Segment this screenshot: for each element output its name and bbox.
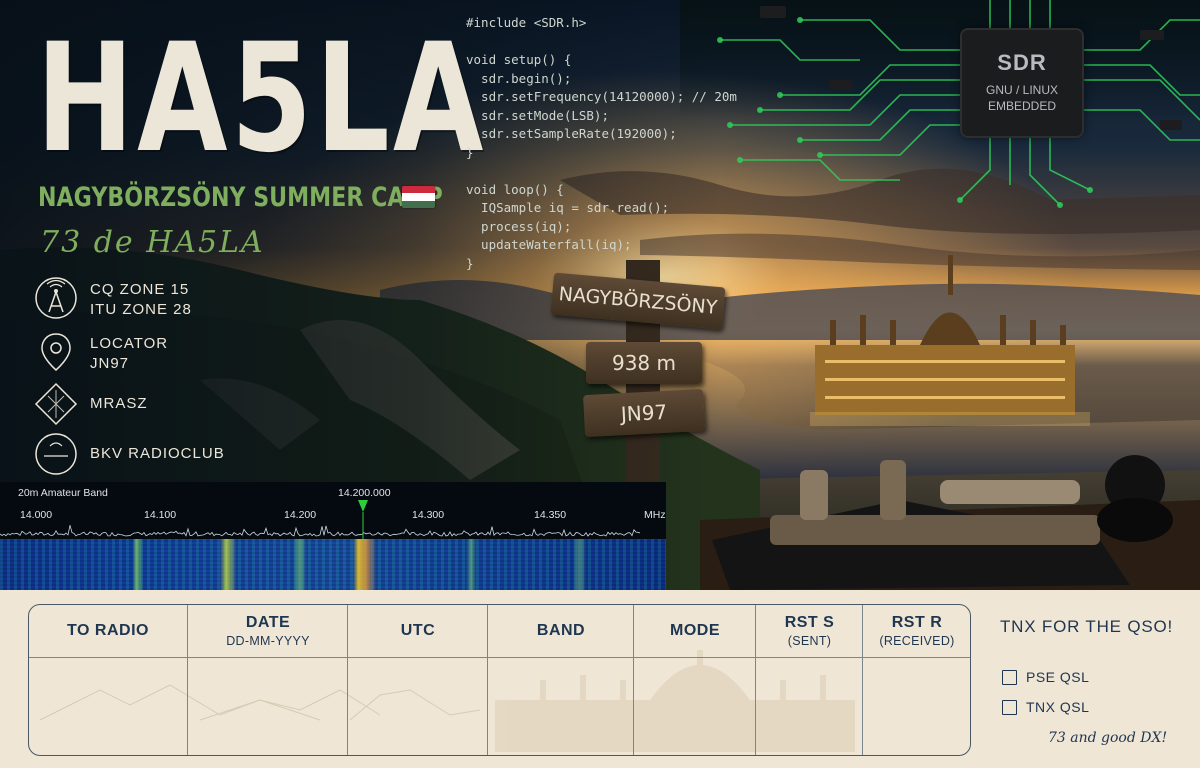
column-header: RST S (784, 614, 835, 631)
log-column-utc: UTC (347, 605, 488, 755)
column-subheader: (SENT) (787, 634, 832, 648)
log-column-mode: MODE (633, 605, 756, 755)
spectrum-trace (0, 500, 641, 540)
signpost-bottom: JN97 (582, 388, 706, 438)
bkv-text: BKV RADIOCLUB (90, 445, 225, 462)
event-subtitle: NAGYBÖRZSÖNY SUMMER CAMP (38, 182, 443, 213)
mrasz-logo-icon (34, 382, 78, 426)
qsl-card: HA5LA NAGYBÖRZSÖNY SUMMER CAMP 73 de HA5… (0, 0, 1200, 768)
signoff-text: 73 and good DX! (1048, 730, 1168, 746)
hungary-flag-icon (402, 186, 435, 208)
locator-label: LOCATOR (90, 335, 169, 352)
log-column-to-radio: TO RADIO (29, 605, 187, 755)
location-pin-icon (41, 333, 71, 371)
tnx-qsl-label: TNX QSL (1026, 699, 1090, 715)
tuning-marker-icon (358, 500, 368, 512)
radio-tower-icon (35, 277, 77, 319)
tnx-qsl-checkbox[interactable] (1002, 700, 1017, 715)
log-column-band: BAND (487, 605, 634, 755)
chip-label: SDR (997, 50, 1047, 75)
itu-zone-text: ITU ZONE 28 (90, 301, 192, 318)
log-column-rst-sent: RST S (SENT) (755, 605, 863, 755)
log-column-rst-received: RST R (RECEIVED) (862, 605, 970, 755)
flag-stripe-red (402, 186, 435, 194)
signpost-middle: 938 m (586, 342, 702, 384)
column-header: BAND (536, 622, 586, 639)
mrasz-text: MRASZ (90, 395, 148, 412)
center-frequency: 14.200.000 (338, 487, 391, 499)
column-header: TO RADIO (67, 622, 149, 639)
flag-stripe-green (402, 200, 435, 208)
waterfall-display (0, 539, 666, 590)
pse-qsl-checkbox[interactable] (1002, 670, 1017, 685)
column-subheader: DD-MM-YYYY (226, 634, 310, 648)
log-column-date: DATE DD-MM-YYYY (187, 605, 348, 755)
greeting-73: 73 de HA5LA (40, 225, 265, 260)
locator-value: JN97 (90, 355, 130, 372)
bkv-logo-icon (35, 433, 77, 475)
chip-line2: EMBEDDED (987, 99, 1056, 113)
column-header: MODE (670, 622, 720, 639)
band-title: 20m Amateur Band (18, 487, 108, 499)
qso-log-table: TO RADIO DATE DD-MM-YYYY UTC BAND MODE RS… (28, 604, 971, 756)
pse-qsl-label: PSE QSL (1026, 669, 1090, 685)
chip-line1: GNU / LINUX (985, 83, 1058, 97)
thanks-for-qso: TNX FOR THE QSO! (1000, 617, 1174, 636)
sdr-waterfall-panel: 20m Amateur Band 14.200.000 14.000 14.10… (0, 482, 666, 590)
callsign-title: HA5LA (36, 12, 487, 186)
column-header: UTC (400, 622, 436, 639)
flag-stripe-white (402, 193, 435, 201)
sdr-code-snippet: #include <SDR.h> void setup() { sdr.begi… (466, 15, 737, 271)
column-header: RST R (891, 614, 943, 631)
sdr-chip: SDR GNU / LINUX EMBEDDED (962, 30, 1082, 136)
cq-zone-text: CQ ZONE 15 (90, 281, 190, 298)
column-subheader: (RECEIVED) (879, 634, 955, 648)
column-header: DATE (245, 614, 291, 631)
